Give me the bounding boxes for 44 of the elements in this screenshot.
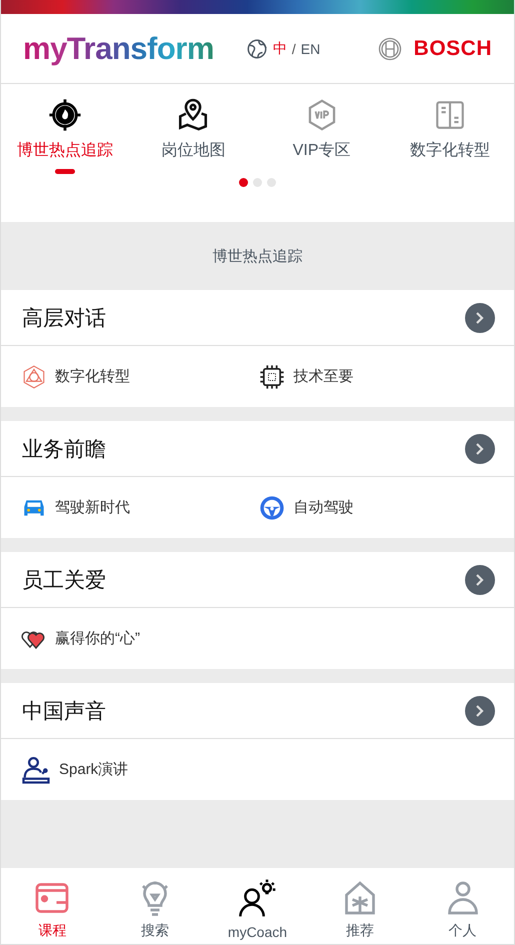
nav-tab[interactable]: myCoach [206, 868, 309, 944]
topic-link[interactable]: 自动驾驶 [294, 498, 354, 517]
target-icon [48, 98, 82, 132]
category-tab[interactable]: 博世热点追踪 [1, 98, 130, 174]
topic-title: 高层对话 [22, 306, 106, 332]
globe-icon [246, 38, 268, 60]
nav-tab[interactable]: 推荐 [308, 868, 412, 944]
language-option[interactable]: EN [300, 40, 320, 56]
category-tab[interactable]: 岗位地图 [129, 98, 258, 174]
nav-tab[interactable]: 搜索 [104, 868, 206, 944]
brand-name: BOSCH [414, 36, 492, 60]
topic-title: 员工关爱 [22, 568, 106, 594]
nav-tab[interactable]: 课程 [1, 868, 104, 944]
chevron-right-icon [474, 442, 486, 456]
person-lightbulb-icon [237, 878, 278, 918]
brand-emblem-icon [378, 36, 402, 60]
pager-dot[interactable] [267, 178, 276, 187]
chevron-right-button[interactable] [465, 696, 495, 726]
topic-title: 业务前瞻 [22, 436, 106, 462]
language-option[interactable]: 中 [272, 40, 287, 58]
section-heading: 博世热点追踪 [212, 246, 302, 266]
chip-icon [258, 362, 286, 390]
presenter-icon [21, 754, 51, 784]
topic-link[interactable]: 驾驶新时代 [55, 498, 130, 517]
chevron-right-button[interactable] [465, 434, 495, 464]
chevron-right-button[interactable] [465, 302, 495, 332]
chevron-right-button[interactable] [465, 564, 495, 594]
topic-title: 中国声音 [22, 698, 106, 724]
chevron-right-icon [474, 310, 486, 324]
polyhedron-icon [21, 364, 47, 390]
chevron-right-icon [474, 704, 486, 718]
chevron-right-icon [474, 572, 486, 586]
language-separator: / [292, 40, 296, 56]
pager-dot[interactable] [239, 178, 248, 187]
category-tab[interactable]: VIP专区 [258, 98, 386, 174]
pager-dot[interactable] [253, 178, 262, 187]
category-tab[interactable]: 数字化转型 [386, 98, 514, 174]
topic-link[interactable]: Spark演讲 [59, 760, 128, 779]
calendar-card-icon [34, 880, 70, 916]
topic-link[interactable]: 技术至要 [294, 367, 354, 386]
steering-wheel-icon [258, 494, 286, 522]
topic-link[interactable]: 数字化转型 [55, 367, 130, 386]
topic-link[interactable]: 赢得你的“心” [55, 629, 140, 648]
nav-tab[interactable]: 个人 [411, 868, 514, 944]
